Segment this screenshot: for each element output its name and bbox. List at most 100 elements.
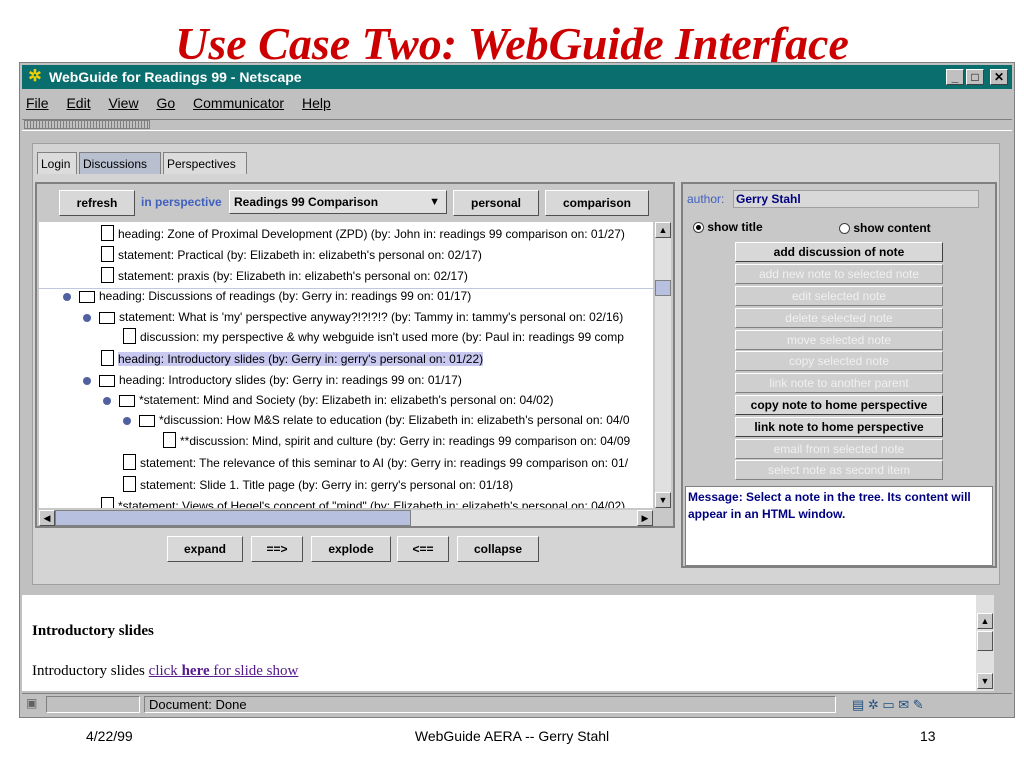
status-text: Document: Done [144,696,836,713]
edit-note-button[interactable]: edit selected note [735,286,943,306]
menu-communicator[interactable]: Communicator [193,95,284,111]
tree-row[interactable]: statement: What is 'my' perspective anyw… [83,307,623,327]
scroll-down-icon[interactable]: ▼ [655,492,671,508]
collapse-button[interactable]: collapse [457,536,539,562]
select-second-item-button[interactable]: select note as second item [735,460,943,480]
explode-button[interactable]: explode [311,536,391,562]
folder-icon [99,374,115,387]
tree-row[interactable]: **discussion: Mind, spirit and culture (… [163,431,630,451]
email-note-button[interactable]: email from selected note [735,439,943,459]
note-icon [163,431,176,448]
copy-to-home-button[interactable]: copy note to home perspective [735,395,943,415]
author-label: author: [687,192,725,206]
tree-vertical-scrollbar[interactable]: ▲ ▼ [655,222,671,508]
footer-page-number: 13 [920,728,936,744]
tree-horizontal-scrollbar[interactable]: ◀ ▶ [39,510,653,526]
tree-row[interactable]: discussion: my perspective & why webguid… [123,327,624,347]
note-icon [101,266,114,283]
maximize-button[interactable]: □ [966,69,984,85]
link-another-parent-button[interactable]: link note to another parent [735,373,943,393]
menu-bar: File Edit View Go Communicator Help [26,95,345,115]
note-icon [101,349,114,366]
folder-icon [79,290,95,303]
show-title-radio[interactable]: show title [693,220,763,234]
add-discussion-button[interactable]: add discussion of note [735,242,943,262]
toolbar-grip[interactable] [24,120,150,129]
tree-row[interactable]: *statement: Views of Hegel's concept of … [101,496,625,508]
radio-selected-icon [693,222,704,234]
tree-row[interactable]: statement: Slide 1. Title page (by: Gerr… [123,475,513,495]
expand-bullet-icon[interactable] [83,313,91,322]
expand-bullet-icon[interactable] [63,292,71,301]
in-perspective-label: in perspective [141,195,222,209]
link-to-home-button[interactable]: link note to home perspective [735,417,943,437]
perspective-select[interactable]: Readings 99 Comparison ▼ [229,190,447,214]
scroll-up-icon[interactable]: ▲ [655,222,671,238]
browser-window: ✲ WebGuide for Readings 99 - Netscape _ … [19,62,1015,718]
tree-row[interactable]: heading: Discussions of readings (by: Ge… [63,286,471,306]
progress-box [46,696,140,713]
netscape-icon: ✲ [28,68,42,85]
footer-center: WebGuide AERA -- Gerry Stahl [414,728,610,744]
note-icon [101,245,114,262]
note-icon [123,453,136,470]
tab-perspectives[interactable]: Perspectives [163,152,247,174]
add-new-note-button[interactable]: add new note to selected note [735,264,943,284]
toolbar-strip [22,119,1012,131]
menu-go[interactable]: Go [156,95,175,111]
delete-note-button[interactable]: delete selected note [735,308,943,328]
scroll-left-icon[interactable]: ◀ [39,510,55,526]
tree-row[interactable]: statement: praxis (by: Elizabeth in: eli… [101,266,468,286]
note-icon [123,327,136,344]
next-button[interactable]: ==> [251,536,303,562]
tab-discussions[interactable]: Discussions [79,152,161,174]
content-vertical-scrollbar[interactable]: ▲ ▼ [976,595,994,691]
menu-help[interactable]: Help [302,95,331,111]
note-icon [101,224,114,241]
menu-view[interactable]: View [108,95,138,111]
discussion-tree: heading: Zone of Proximal Development (Z… [39,222,653,508]
menu-file[interactable]: File [26,95,49,111]
expand-bullet-icon[interactable] [103,396,111,405]
comparison-button[interactable]: comparison [545,190,649,216]
tree-row[interactable]: *statement: Mind and Society (by: Elizab… [103,390,554,410]
tree-row[interactable]: heading: Introductory slides (by: Gerry … [83,370,462,390]
refresh-button[interactable]: refresh [59,190,135,216]
author-field[interactable]: Gerry Stahl [733,190,979,208]
tree-row[interactable]: *discussion: How M&S relate to education… [123,410,630,430]
tab-login[interactable]: Login [37,152,77,174]
scroll-thumb[interactable] [977,631,993,651]
scroll-thumb[interactable] [55,510,411,526]
move-note-button[interactable]: move selected note [735,330,943,350]
prev-button[interactable]: <== [397,536,449,562]
content-paragraph: Introductory slides click here for slide… [32,663,299,679]
scroll-thumb[interactable] [655,280,671,296]
menu-edit[interactable]: Edit [66,95,90,111]
minimize-button[interactable]: _ [946,69,964,85]
content-heading: Introductory slides [32,623,154,639]
expand-button[interactable]: expand [167,536,243,562]
expand-bullet-icon[interactable] [123,416,131,425]
slide-show-link[interactable]: click here for slide show [149,663,299,679]
security-lock-icon[interactable]: ▣ [26,696,42,712]
webguide-applet: Login Discussions Perspectives refresh i… [32,143,1000,585]
tree-row[interactable]: statement: The relevance of this seminar… [123,453,628,473]
close-button[interactable]: ✕ [990,69,1008,85]
tree-row[interactable]: statement: Practical (by: Elizabeth in: … [101,245,482,265]
scroll-up-icon[interactable]: ▲ [977,613,993,629]
show-content-radio[interactable]: show content [839,221,931,235]
component-bar-icons[interactable]: ▤ ✲ ▭ ✉ ✎ [852,697,924,713]
radio-unselected-icon [839,223,850,235]
note-icon [123,475,136,492]
html-content-area: Introductory slides Introductory slides … [22,595,994,691]
scroll-right-icon[interactable]: ▶ [637,510,653,526]
status-bar: ▣ Document: Done ▤ ✲ ▭ ✉ ✎ [22,693,1012,715]
scroll-down-icon[interactable]: ▼ [977,673,993,689]
tree-row-selected[interactable]: heading: Introductory slides (by: Gerry … [101,349,484,369]
expand-bullet-icon[interactable] [83,376,91,385]
copy-note-button[interactable]: copy selected note [735,351,943,371]
chevron-down-icon: ▼ [429,196,440,208]
window-titlebar: ✲ WebGuide for Readings 99 - Netscape _ … [22,65,1012,89]
personal-button[interactable]: personal [453,190,539,216]
tree-row[interactable]: heading: Zone of Proximal Development (Z… [101,224,625,244]
